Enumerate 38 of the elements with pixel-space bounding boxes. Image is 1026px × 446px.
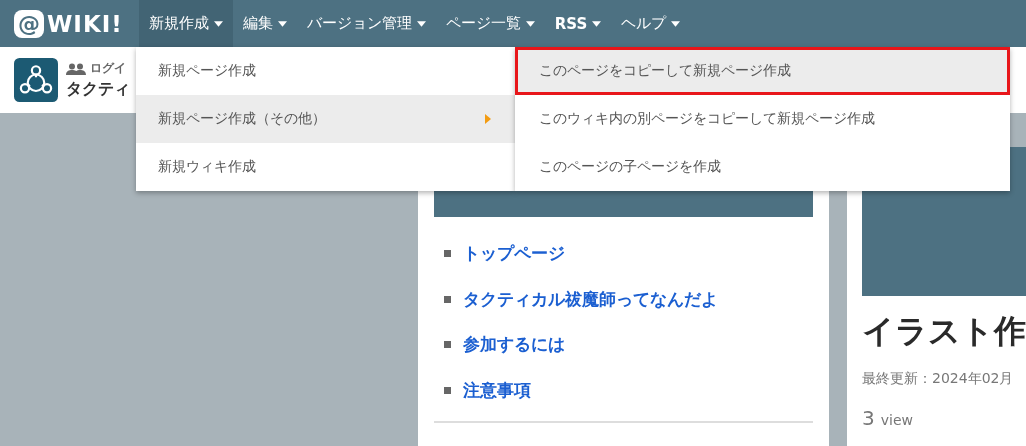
- caret-icon: [592, 20, 602, 27]
- submenu-item[interactable]: このページをコピーして新規ページ作成: [515, 47, 1010, 95]
- article-title: イラスト作: [862, 311, 1026, 352]
- sidebar-link[interactable]: タクティカル祓魔師ってなんだよ: [463, 287, 718, 311]
- bullet-icon: [444, 386, 451, 394]
- menu-item[interactable]: 新規ページ作成: [136, 47, 515, 95]
- sidebar-link[interactable]: トップページ: [463, 242, 565, 266]
- login-link[interactable]: ログイ: [90, 60, 126, 77]
- network-icon: [14, 58, 58, 102]
- bullet-icon: [444, 341, 451, 349]
- bullet-icon: [444, 295, 451, 303]
- nav-menu-item[interactable]: バージョン管理: [296, 0, 436, 47]
- people-icon: [66, 62, 86, 75]
- nav-menu-item[interactable]: RSS: [544, 0, 612, 47]
- menu-item-label: 新規ウィキ作成: [158, 158, 256, 176]
- caret-icon: [213, 20, 223, 27]
- submenu-item[interactable]: このウィキ内の別ページをコピーして新規ページ作成: [515, 95, 1010, 143]
- bullet-icon: [444, 250, 451, 258]
- nav-menu-item[interactable]: 新規作成: [138, 0, 233, 47]
- caret-icon: [416, 20, 426, 27]
- view-count: 3: [862, 406, 875, 430]
- nav-menu-item[interactable]: 編集: [232, 0, 297, 47]
- view-unit: view: [880, 412, 913, 428]
- sidebar-link[interactable]: 注意事項: [463, 378, 531, 402]
- menu-item-label: 新規ページ作成: [158, 62, 256, 80]
- menu-item[interactable]: 新規ウィキ作成: [136, 143, 515, 191]
- submenu-item[interactable]: このページの子ページを作成: [515, 143, 1010, 191]
- menu-item-label: 新規ページ作成（その他）: [158, 110, 326, 128]
- site-title[interactable]: タクティ: [66, 79, 130, 100]
- logo[interactable]: @ WIKI!: [14, 0, 123, 47]
- sidebar-link[interactable]: 参加するには: [463, 333, 565, 357]
- last-updated-text: 最終更新：2024年02月: [862, 370, 1015, 388]
- nav-menu-item[interactable]: ページ一覧: [435, 0, 545, 47]
- caret-icon: [277, 20, 287, 27]
- caret-icon: [671, 20, 681, 27]
- nav-menu-item[interactable]: ヘルプ: [611, 0, 691, 47]
- menu-item[interactable]: 新規ページ作成（その他）: [136, 95, 515, 143]
- caret-icon: [525, 20, 535, 27]
